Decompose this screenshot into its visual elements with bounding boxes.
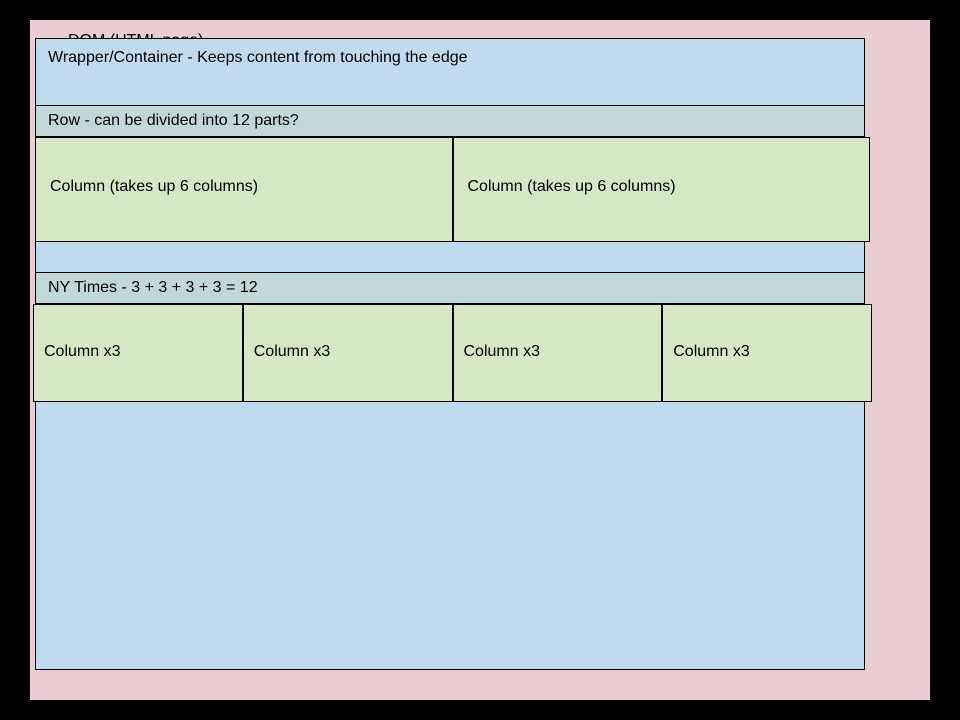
row1-columns: Column (takes up 6 columns) Column (take… (35, 137, 870, 242)
row1-col-b-label: Column (takes up 6 columns) (468, 178, 676, 195)
row2-col-a-label: Column x3 (44, 343, 120, 360)
row2-columns: Column x3 Column x3 Column x3 Column x3 (33, 304, 872, 402)
row1-header-box: Row - can be divided into 12 parts? (35, 105, 865, 137)
row2-column-three-a: Column x3 (33, 304, 243, 402)
row2-col-c-label: Column x3 (464, 343, 540, 360)
row1-col-a-label: Column (takes up 6 columns) (50, 178, 258, 195)
row1-header-label: Row - can be divided into 12 parts? (48, 112, 299, 129)
row1-column-six-b: Column (takes up 6 columns) (453, 137, 871, 242)
row2-column-three-c: Column x3 (453, 304, 663, 402)
row2-column-three-b: Column x3 (243, 304, 453, 402)
row2-col-b-label: Column x3 (254, 343, 330, 360)
wrapper-label: Wrapper/Container - Keeps content from t… (36, 39, 864, 77)
row2-header-box: NY Times - 3 + 3 + 3 + 3 = 12 (35, 272, 865, 304)
row2-header-label: NY Times - 3 + 3 + 3 + 3 = 12 (48, 279, 258, 296)
row1-column-six-a: Column (takes up 6 columns) (35, 137, 453, 242)
row2-column-three-d: Column x3 (662, 304, 872, 402)
row2-col-d-label: Column x3 (673, 343, 749, 360)
